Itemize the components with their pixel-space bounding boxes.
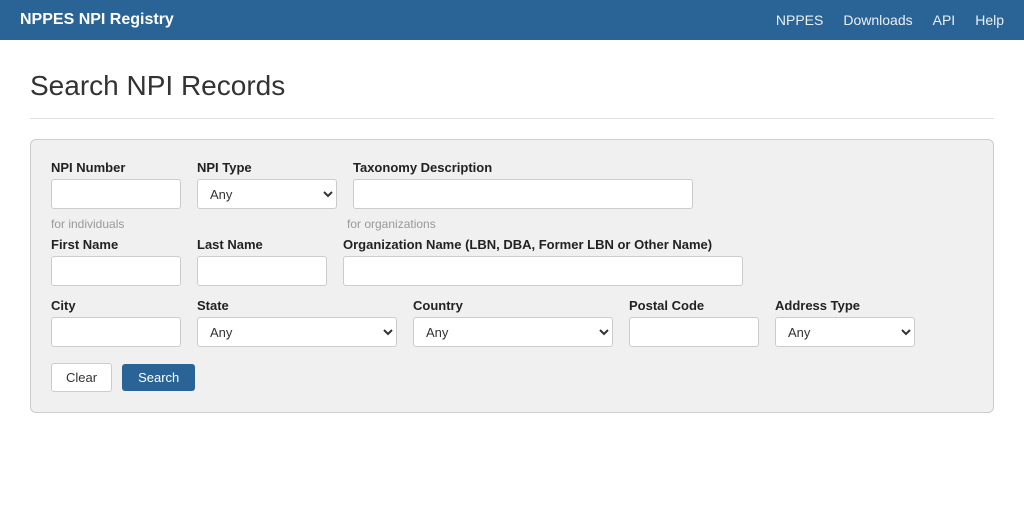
hint-individuals: for individuals — [51, 217, 124, 231]
state-select[interactable]: Any ALAKAZCA — [197, 317, 397, 347]
row-basic-fields: NPI Number NPI Type Any Individual Organ… — [51, 160, 973, 209]
nav-link-nppes[interactable]: NPPES — [776, 12, 823, 28]
state-label: State — [197, 298, 397, 313]
nav-link-help[interactable]: Help — [975, 12, 1004, 28]
state-group: State Any ALAKAZCA — [197, 298, 397, 347]
address-type-group: Address Type Any MailingPractice — [775, 298, 915, 347]
taxonomy-desc-label: Taxonomy Description — [353, 160, 693, 175]
page-content: Search NPI Records NPI Number NPI Type A… — [0, 40, 1024, 433]
org-name-label: Organization Name (LBN, DBA, Former LBN … — [343, 237, 743, 252]
first-name-label: First Name — [51, 237, 181, 252]
postal-code-group: Postal Code — [629, 298, 759, 347]
section-hints: for individuals for organizations — [51, 215, 973, 231]
search-button[interactable]: Search — [122, 364, 195, 391]
row-address: City State Any ALAKAZCA Country Any USCA… — [51, 298, 973, 347]
country-group: Country Any USCA — [413, 298, 613, 347]
last-name-group: Last Name — [197, 237, 327, 286]
country-select[interactable]: Any USCA — [413, 317, 613, 347]
npi-type-select[interactable]: Any Individual Organization — [197, 179, 337, 209]
search-panel: NPI Number NPI Type Any Individual Organ… — [30, 139, 994, 413]
npi-type-group: NPI Type Any Individual Organization — [197, 160, 337, 209]
hint-right: for organizations — [347, 215, 973, 231]
first-name-input[interactable] — [51, 256, 181, 286]
button-row: Clear Search — [51, 363, 973, 392]
address-type-select[interactable]: Any MailingPractice — [775, 317, 915, 347]
org-name-group: Organization Name (LBN, DBA, Former LBN … — [343, 237, 743, 286]
clear-button[interactable]: Clear — [51, 363, 112, 392]
hint-left: for individuals — [51, 215, 347, 231]
city-group: City — [51, 298, 181, 347]
last-name-input[interactable] — [197, 256, 327, 286]
last-name-label: Last Name — [197, 237, 327, 252]
page-title: Search NPI Records — [30, 70, 994, 119]
postal-code-label: Postal Code — [629, 298, 759, 313]
city-label: City — [51, 298, 181, 313]
nav-link-downloads[interactable]: Downloads — [843, 12, 912, 28]
npi-number-group: NPI Number — [51, 160, 181, 209]
row-names: First Name Last Name Organization Name (… — [51, 237, 973, 286]
taxonomy-desc-input[interactable] — [353, 179, 693, 209]
npi-number-label: NPI Number — [51, 160, 181, 175]
npi-type-label: NPI Type — [197, 160, 337, 175]
org-name-input[interactable] — [343, 256, 743, 286]
taxonomy-desc-group: Taxonomy Description — [353, 160, 693, 209]
navigation: NPPES NPI Registry NPPES Downloads API H… — [0, 0, 1024, 40]
brand-title: NPPES NPI Registry — [20, 11, 174, 29]
country-label: Country — [413, 298, 613, 313]
first-name-group: First Name — [51, 237, 181, 286]
postal-code-input[interactable] — [629, 317, 759, 347]
nav-links: NPPES Downloads API Help — [776, 12, 1004, 28]
city-input[interactable] — [51, 317, 181, 347]
npi-number-input[interactable] — [51, 179, 181, 209]
address-type-label: Address Type — [775, 298, 915, 313]
nav-link-api[interactable]: API — [933, 12, 956, 28]
hint-organizations: for organizations — [347, 217, 436, 231]
